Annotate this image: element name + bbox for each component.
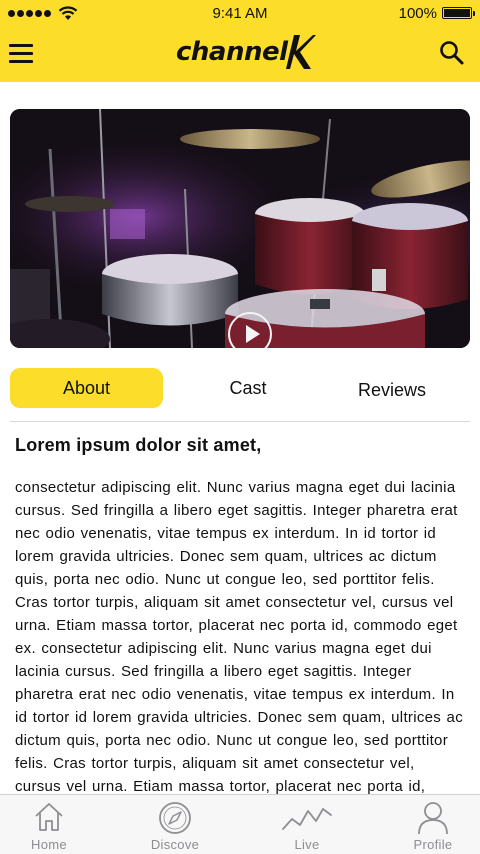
article-line: ex. consectetur adipiscing elit. Nunc va…	[15, 640, 432, 657]
article-line: consectetur adipiscing elit. Nunc varius…	[15, 479, 456, 496]
tab-cast[interactable]: Cast	[173, 368, 323, 408]
home-icon	[35, 803, 63, 831]
article-line: felis. Cras tortor turpis, aliquam sit a…	[15, 755, 415, 772]
tab-reviews[interactable]: Reviews	[322, 370, 462, 410]
article-line: pharetra erat nec odio venenatis, vitae …	[15, 686, 455, 703]
tabbar-item-home[interactable]: Home	[1, 795, 97, 854]
activity-graph-icon	[282, 808, 332, 830]
tabbar-item-profile[interactable]: Profile	[385, 795, 480, 854]
battery-icon	[442, 7, 475, 19]
search-icon[interactable]	[439, 40, 465, 66]
article-line: Cras tortor turpis, aliquam sit amet con…	[15, 594, 454, 611]
article-body: consectetur adipiscing elit. Nunc varius…	[15, 476, 478, 798]
tabbar-label: Live	[294, 837, 320, 852]
hero-video-thumbnail[interactable]	[10, 109, 470, 348]
play-icon[interactable]	[228, 312, 272, 348]
article-line: urna. Etiam massa tortor, placerat nec p…	[15, 617, 458, 634]
compass-icon	[159, 802, 191, 834]
bottom-tab-bar: Home Discove Live Profile	[0, 794, 480, 854]
tabbar-label: Profile	[413, 837, 453, 852]
channel-logo: channel	[176, 32, 316, 72]
status-bar: 9:41 AM 100%	[0, 0, 480, 28]
article-line: nec odio venenatis, vitae tempus ex inte…	[15, 525, 437, 542]
article-line: lorem gravida ultricies. Donec sem quam,…	[15, 548, 437, 565]
article-title: Lorem ipsum dolor sit amet,	[15, 435, 262, 455]
tabbar-item-discover[interactable]: Discove	[127, 795, 223, 854]
article-line: lacinia cursus. Sed fringilla a libero e…	[15, 663, 412, 680]
user-icon	[418, 802, 448, 835]
logo-mark-icon	[285, 35, 316, 69]
hamburger-menu-icon[interactable]	[9, 44, 33, 63]
article-line: id tortor id lorem gravida ultricies. Do…	[15, 709, 463, 726]
article-line: quis, porta nec odio. Nunc ut congue leo…	[15, 571, 435, 588]
logo-text: channel	[176, 37, 288, 67]
tab-about[interactable]: About	[10, 368, 163, 408]
article-line: cursus. Sed fringilla a libero eget sagi…	[15, 502, 458, 519]
content-tabs: About Cast Reviews	[10, 368, 470, 422]
drum-kit-image	[10, 109, 470, 348]
app-header: 9:41 AM 100% channel	[0, 0, 480, 82]
battery-percent: 100%	[398, 5, 437, 22]
tabbar-label: Home	[31, 837, 67, 852]
article-line: dictum quis, porta nec odio. Nunc ut con…	[15, 732, 448, 749]
tabbar-item-live[interactable]: Live	[259, 795, 355, 854]
tabbar-label: Discove	[150, 837, 200, 852]
